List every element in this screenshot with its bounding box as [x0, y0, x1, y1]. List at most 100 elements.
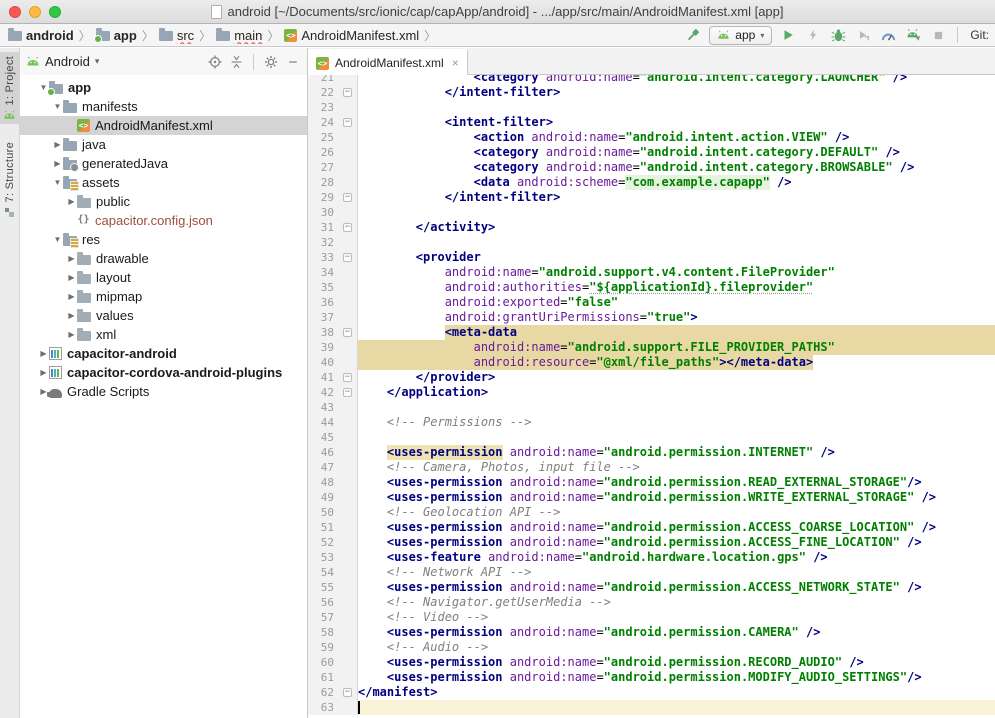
code-line[interactable]: 40 android:resource="@xml/file_paths"></… [308, 355, 995, 370]
line-number[interactable]: 53 [308, 550, 338, 565]
line-number[interactable]: 60 [308, 655, 338, 670]
code-line[interactable]: 51 <uses-permission android:name="androi… [308, 520, 995, 535]
line-number[interactable]: 52 [308, 535, 338, 550]
run-configuration-select[interactable]: app ▾ [709, 26, 772, 45]
code-line[interactable]: 60 <uses-permission android:name="androi… [308, 655, 995, 670]
line-number[interactable]: 57 [308, 610, 338, 625]
tree-collapsed-arrow-icon[interactable]: ▶ [38, 368, 49, 377]
line-number[interactable]: 62 [308, 685, 338, 700]
code-line[interactable]: 47 <!-- Camera, Photos, input file --> [308, 460, 995, 475]
line-number[interactable]: 55 [308, 580, 338, 595]
hide-panel-icon[interactable] [284, 53, 301, 70]
tree-expanded-arrow-icon[interactable]: ▼ [52, 178, 63, 187]
code-line[interactable]: 32 [308, 235, 995, 250]
code-line[interactable]: 43 [308, 400, 995, 415]
code-line[interactable]: 55 <uses-permission android:name="androi… [308, 580, 995, 595]
line-number[interactable]: 42 [308, 385, 338, 400]
run-icon[interactable] [779, 26, 797, 44]
fold-end-icon[interactable]: − [343, 373, 352, 382]
line-number[interactable]: 29 [308, 190, 338, 205]
tree-item-xml[interactable]: ▶xml [20, 325, 307, 344]
code-line[interactable]: 35 android:authorities="${applicationId}… [308, 280, 995, 295]
tree-collapsed-arrow-icon[interactable]: ▶ [52, 159, 63, 168]
code-line[interactable]: 61 <uses-permission android:name="androi… [308, 670, 995, 685]
code-line[interactable]: 21 <category android:name="android.inten… [308, 75, 995, 85]
line-number[interactable]: 58 [308, 625, 338, 640]
code-line[interactable]: 53 <uses-feature android:name="android.h… [308, 550, 995, 565]
tree-collapsed-arrow-icon[interactable]: ▶ [66, 197, 77, 206]
line-number[interactable]: 61 [308, 670, 338, 685]
code-line[interactable]: 59 <!-- Audio --> [308, 640, 995, 655]
debug-icon[interactable] [829, 26, 847, 44]
minimize-window-button[interactable] [29, 6, 41, 18]
line-number[interactable]: 35 [308, 280, 338, 295]
tree-item-assets[interactable]: ▼assets [20, 173, 307, 192]
code-line[interactable]: 56 <!-- Navigator.getUserMedia --> [308, 595, 995, 610]
code-line[interactable]: 62−</manifest> [308, 685, 995, 700]
line-number[interactable]: 26 [308, 145, 338, 160]
tree-item-mipmap[interactable]: ▶mipmap [20, 287, 307, 306]
tool-button--project[interactable]: 1: Project [0, 52, 20, 124]
code-line[interactable]: 42− </application> [308, 385, 995, 400]
tree-expanded-arrow-icon[interactable]: ▼ [52, 102, 63, 111]
tree-item-generatedjava[interactable]: ▶generatedJava [20, 154, 307, 173]
close-tab-icon[interactable]: × [450, 56, 459, 70]
fold-start-icon[interactable]: − [343, 118, 352, 127]
line-number[interactable]: 30 [308, 205, 338, 220]
attach-debugger-icon[interactable] [854, 26, 872, 44]
tree-collapsed-arrow-icon[interactable]: ▶ [66, 292, 77, 301]
code-line[interactable]: 38− <meta-data [308, 325, 995, 340]
fold-start-icon[interactable]: − [343, 328, 352, 337]
line-number[interactable]: 51 [308, 520, 338, 535]
tree-item-manifests[interactable]: ▼manifests [20, 97, 307, 116]
tree-item-capacitor-android[interactable]: ▶capacitor-android [20, 344, 307, 363]
code-line[interactable]: 58 <uses-permission android:name="androi… [308, 625, 995, 640]
code-line[interactable]: 45 [308, 430, 995, 445]
line-number[interactable]: 41 [308, 370, 338, 385]
breadcrumb-item-main[interactable]: main [214, 28, 264, 43]
tree-item-drawable[interactable]: ▶drawable [20, 249, 307, 268]
line-number[interactable]: 56 [308, 595, 338, 610]
tree-collapsed-arrow-icon[interactable]: ▶ [66, 330, 77, 339]
tree-item-capacitor-cordova-android-plugins[interactable]: ▶capacitor-cordova-android-plugins [20, 363, 307, 382]
line-number[interactable]: 24 [308, 115, 338, 130]
tree-collapsed-arrow-icon[interactable]: ▶ [66, 311, 77, 320]
code-line[interactable]: 37 android:grantUriPermissions="true"> [308, 310, 995, 325]
line-number[interactable]: 33 [308, 250, 338, 265]
tree-expanded-arrow-icon[interactable]: ▼ [52, 235, 63, 244]
line-number[interactable]: 49 [308, 490, 338, 505]
code-editor[interactable]: 21 <category android:name="android.inten… [308, 75, 995, 718]
line-number[interactable]: 46 [308, 445, 338, 460]
code-line[interactable]: 52 <uses-permission android:name="androi… [308, 535, 995, 550]
code-line[interactable]: 28 <data android:scheme="com.example.cap… [308, 175, 995, 190]
project-view-select[interactable]: Android [45, 54, 90, 69]
line-number[interactable]: 38 [308, 325, 338, 340]
line-number[interactable]: 48 [308, 475, 338, 490]
code-line[interactable]: 33− <provider [308, 250, 995, 265]
build-hammer-icon[interactable] [684, 26, 702, 44]
code-line[interactable]: 57 <!-- Video --> [308, 610, 995, 625]
line-number[interactable]: 59 [308, 640, 338, 655]
code-line[interactable]: 26 <category android:name="android.inten… [308, 145, 995, 160]
line-number[interactable]: 63 [308, 700, 338, 715]
fold-end-icon[interactable]: − [343, 223, 352, 232]
close-window-button[interactable] [9, 6, 21, 18]
code-line[interactable]: 22− </intent-filter> [308, 85, 995, 100]
code-line[interactable]: 48 <uses-permission android:name="androi… [308, 475, 995, 490]
tool-button--structure[interactable]: 7: Structure [0, 138, 20, 220]
breadcrumb-item-app[interactable]: app [94, 28, 139, 43]
tree-item-app[interactable]: ▼app [20, 78, 307, 97]
code-line[interactable]: 41− </provider> [308, 370, 995, 385]
code-line[interactable]: 29− </intent-filter> [308, 190, 995, 205]
tree-item-layout[interactable]: ▶layout [20, 268, 307, 287]
line-number[interactable]: 47 [308, 460, 338, 475]
profiler-icon[interactable] [879, 26, 897, 44]
line-number[interactable]: 40 [308, 355, 338, 370]
code-line[interactable]: 27 <category android:name="android.inten… [308, 160, 995, 175]
tree-collapsed-arrow-icon[interactable]: ▶ [66, 254, 77, 263]
code-line[interactable]: 39 android:name="android.support.FILE_PR… [308, 340, 995, 355]
settings-gear-icon[interactable] [262, 53, 279, 70]
code-line[interactable]: 25 <action android:name="android.intent.… [308, 130, 995, 145]
line-number[interactable]: 22 [308, 85, 338, 100]
tree-item-res[interactable]: ▼res [20, 230, 307, 249]
